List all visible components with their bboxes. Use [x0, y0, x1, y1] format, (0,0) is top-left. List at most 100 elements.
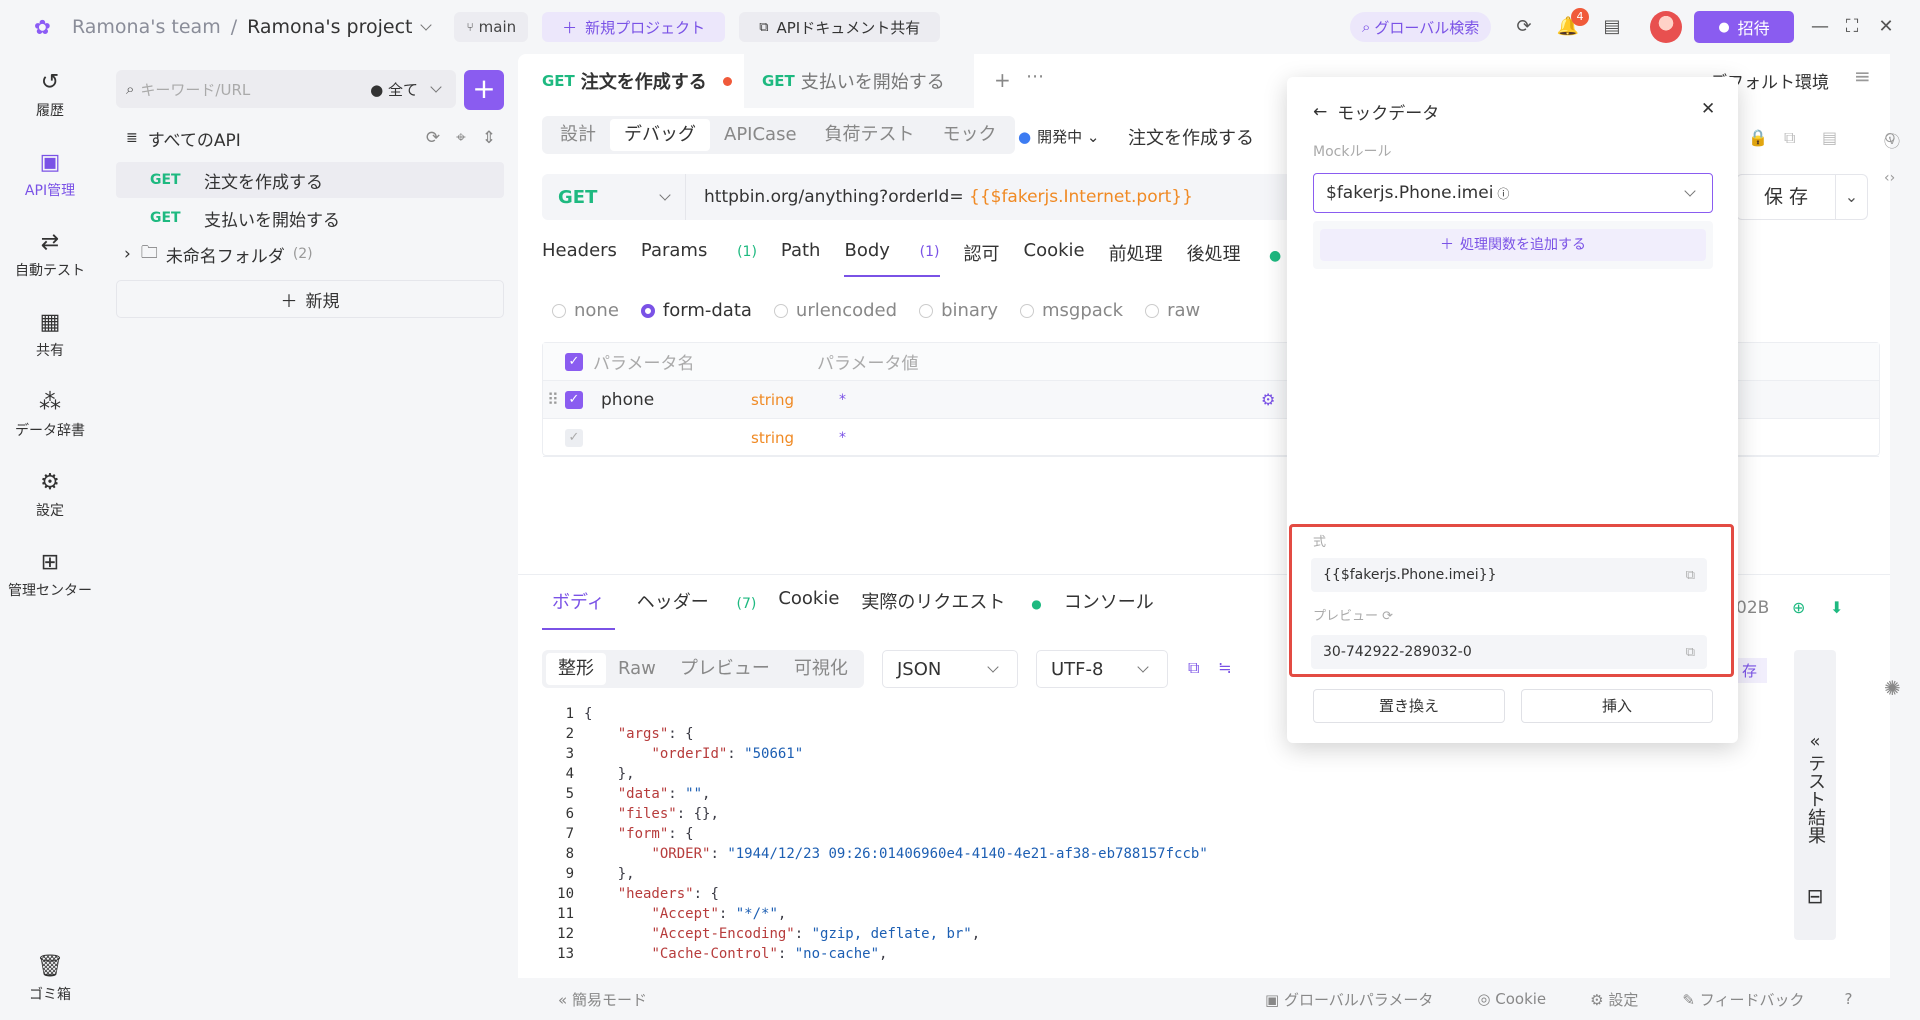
tab-pre[interactable]: 前処理: [1109, 232, 1163, 266]
select-all-checkbox[interactable]: ✓: [565, 352, 583, 371]
rail-auto-test[interactable]: ⇄ 自動テスト: [0, 230, 100, 280]
save-dropdown[interactable]: ⌄: [1836, 174, 1868, 220]
side-toggle-icon[interactable]: ⊙: [1884, 130, 1896, 146]
url-input[interactable]: httpbin.org/anything?orderId= {{$fakerjs…: [686, 187, 1193, 207]
save-button[interactable]: 保 存: [1736, 174, 1836, 220]
menu-icon[interactable]: ≡: [1854, 64, 1871, 88]
format-raw[interactable]: Raw: [606, 653, 668, 685]
download-icon[interactable]: ⬇: [1830, 598, 1843, 617]
required-mark[interactable]: *: [839, 430, 846, 446]
invite-button[interactable]: ● 招待: [1694, 11, 1794, 43]
preview-field[interactable]: 30-742922-289032-0 ⧉: [1311, 635, 1707, 669]
api-item-create-order[interactable]: GET 注文を作成する: [116, 162, 504, 198]
rail-share[interactable]: ▦ 共有: [0, 310, 100, 360]
tab-path[interactable]: Path: [781, 232, 821, 261]
radio-raw[interactable]: raw: [1145, 300, 1200, 321]
maximize-icon[interactable]: ⛶: [1840, 15, 1864, 39]
mock-icon[interactable]: ⚙: [1261, 390, 1275, 409]
help-icon[interactable]: ?: [1844, 990, 1852, 1008]
format-preview[interactable]: プレビュー: [668, 653, 782, 685]
minimize-icon[interactable]: —: [1808, 15, 1832, 39]
tab-post[interactable]: 後処理 ●: [1187, 232, 1282, 266]
rail-api-management[interactable]: ▣ API管理: [0, 150, 100, 200]
radio-form-data[interactable]: form-data: [640, 300, 752, 321]
code-icon[interactable]: ‹›: [1884, 170, 1895, 186]
radio-urlencoded[interactable]: urlencoded: [773, 300, 897, 321]
refresh-icon[interactable]: ⟳: [1382, 609, 1393, 624]
tab-headers[interactable]: Headers: [542, 232, 617, 261]
new-project-button[interactable]: ＋ 新規プロジェクト: [542, 12, 726, 42]
tab-cookie[interactable]: Cookie: [1024, 232, 1085, 261]
tab-response-body[interactable]: ボディ: [542, 584, 615, 630]
test-result-panel[interactable]: « テスト結果 ⊟: [1794, 650, 1836, 940]
avatar[interactable]: [1650, 11, 1682, 43]
tab-auth[interactable]: 認可: [964, 232, 1000, 266]
add-api-button[interactable]: +: [464, 70, 504, 110]
required-mark[interactable]: *: [839, 392, 846, 408]
global-params-button[interactable]: ▣ グローバルパラメータ: [1265, 989, 1433, 1010]
rail-data-dictionary[interactable]: ⁂ データ辞書: [0, 390, 100, 440]
document-icon[interactable]: ▤: [1600, 15, 1624, 39]
project-name[interactable]: Ramona's project: [247, 16, 412, 38]
language-select[interactable]: JSON: [882, 650, 1018, 688]
wrap-icon[interactable]: ≒: [1218, 658, 1231, 677]
sync-icon[interactable]: ⟳: [1512, 15, 1536, 39]
tab-params[interactable]: Params (1): [641, 232, 757, 261]
tab-response-headers[interactable]: ヘッダー (7): [637, 584, 757, 630]
subnav-debug[interactable]: デバッグ: [610, 119, 710, 151]
tab-actual-request[interactable]: 実際のリクエスト ●: [861, 584, 1041, 630]
globe-icon[interactable]: ⊕: [1792, 598, 1805, 617]
tab-response-cookie[interactable]: Cookie: [778, 584, 839, 630]
drag-handle-icon[interactable]: ⠿: [547, 390, 565, 409]
subnav-design[interactable]: 設計: [546, 119, 610, 151]
api-doc-share-button[interactable]: ⧉ APIドキュメント共有: [739, 12, 941, 42]
settings-button[interactable]: ⚙ 設定: [1590, 989, 1638, 1010]
rail-trash[interactable]: 🗑 ゴミ箱: [0, 954, 100, 1004]
back-arrow-icon[interactable]: ←: [1313, 102, 1327, 122]
archive-icon[interactable]: ▤: [1822, 128, 1837, 147]
expression-field[interactable]: {{$fakerjs.Phone.imei}} ⧉: [1311, 558, 1707, 592]
status-select[interactable]: ● 開発中 ⌄: [1018, 126, 1099, 147]
subnav-load-test[interactable]: 負荷テスト: [811, 119, 929, 151]
radio-binary[interactable]: binary: [919, 300, 998, 321]
api-title[interactable]: 注文を作成する: [1128, 124, 1254, 150]
rail-admin-center[interactable]: ⊞ 管理センター: [0, 550, 100, 600]
refresh-icon[interactable]: ⟳: [426, 128, 440, 148]
lock-icon[interactable]: 🔒: [1748, 128, 1768, 147]
tab-console[interactable]: コンソール: [1064, 584, 1154, 630]
rail-history[interactable]: ↺ 履歴: [0, 70, 100, 120]
mock-rule-select[interactable]: $fakerjs.Phone.imei ⓘ: [1313, 173, 1713, 213]
filter-select[interactable]: ● 全て: [370, 79, 418, 100]
format-visualize[interactable]: 可視化: [782, 653, 860, 685]
new-button[interactable]: ＋ 新規: [116, 280, 504, 318]
encoding-select[interactable]: UTF-8: [1036, 650, 1168, 688]
api-item-start-payment[interactable]: GET 支払いを開始する: [116, 200, 504, 236]
radio-msgpack[interactable]: msgpack: [1019, 300, 1123, 321]
close-icon[interactable]: ✕: [1701, 99, 1715, 119]
row-checkbox[interactable]: ✓: [565, 390, 583, 409]
all-api-row[interactable]: ≣ すべてのAPI ⟳ ⌖ ⇕: [116, 120, 504, 156]
copy-icon[interactable]: ⧉: [1686, 568, 1695, 583]
copy-icon[interactable]: ⧉: [1686, 645, 1695, 660]
global-search-button[interactable]: ⌕ グローバル検索: [1350, 12, 1492, 42]
param-type[interactable]: string: [751, 429, 839, 447]
folder-row[interactable]: › 🗀 未命名フォルダ (2): [116, 236, 504, 272]
branch-selector[interactable]: ⑂ main: [454, 12, 529, 42]
row-checkbox[interactable]: ✓: [565, 428, 583, 447]
locate-icon[interactable]: ⌖: [456, 128, 466, 148]
collapse-icon[interactable]: ⇕: [482, 128, 496, 148]
feedback-button[interactable]: ✎ フィードバック: [1682, 989, 1804, 1010]
api-search-input[interactable]: ⌕ キーワード/URL ● 全て: [116, 70, 456, 108]
tab-body[interactable]: Body (1): [844, 232, 940, 277]
rail-settings[interactable]: ⚙ 設定: [0, 470, 100, 520]
layout-icon[interactable]: ⊟: [1794, 884, 1836, 908]
subnav-apicase[interactable]: APICase: [710, 119, 811, 151]
chevron-down-icon[interactable]: [420, 19, 433, 31]
copy-icon[interactable]: ⧉: [1784, 128, 1795, 148]
tab-create-order[interactable]: GET 注文を作成する: [528, 54, 744, 108]
close-icon[interactable]: ✕: [1874, 15, 1898, 39]
format-pretty[interactable]: 整形: [546, 653, 606, 685]
ai-assistant-icon[interactable]: ✺: [1884, 676, 1901, 700]
simple-mode-button[interactable]: « 簡易モード: [558, 989, 647, 1010]
param-type[interactable]: string: [751, 391, 839, 409]
